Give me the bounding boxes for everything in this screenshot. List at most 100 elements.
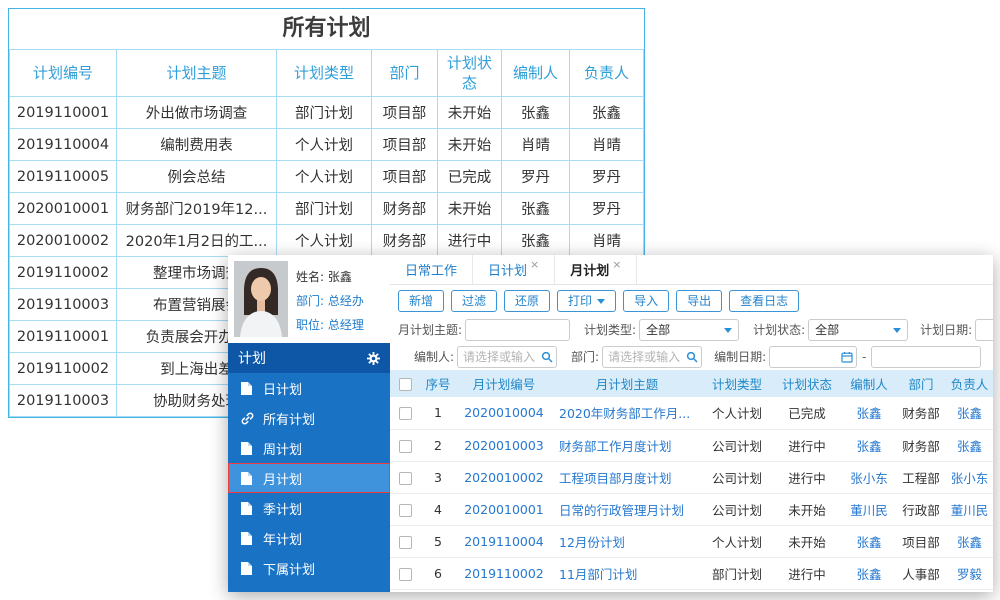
compiler-link[interactable]: 董川民 [842, 493, 896, 526]
table-row[interactable]: 2020010002 2020年1月2日的工... 个人计划 财务部 进行中 张… [9, 224, 644, 257]
page-title: 所有计划 [282, 16, 371, 41]
plan-status-cell: 进行中 [772, 557, 842, 590]
add-button[interactable]: 新增 [398, 289, 445, 312]
restore-button[interactable]: 还原 [504, 289, 551, 312]
subject-cell: 外出做市场调查 [116, 96, 277, 129]
plan-id-link[interactable]: 2020010003 [456, 429, 552, 462]
col-type: 计划类型 [702, 370, 772, 397]
type-select[interactable]: 全部 [639, 318, 740, 341]
col-dept: 部门 [371, 49, 438, 97]
sidebar-item-all-plans[interactable]: 所有计划 [228, 403, 390, 433]
compiler-link[interactable]: 张鑫 [842, 525, 896, 558]
subject-filter-label: 月计划主题: [398, 323, 463, 337]
owner-link[interactable]: 董川民 [946, 493, 993, 526]
status-select[interactable]: 全部 [808, 318, 909, 341]
plan-status-cell: 已完成 [772, 397, 842, 430]
owner-link[interactable]: 张小东 [946, 461, 993, 494]
profile-dept: 部门: 总经办 [296, 294, 364, 308]
sidebar-item-subordinate-plans[interactable]: 下属计划 [228, 553, 390, 583]
owner-link[interactable]: 张鑫 [946, 429, 993, 462]
owner-link[interactable]: 罗毅 [946, 557, 993, 590]
plan-id-cell: 2019110002 [9, 352, 117, 385]
table-row[interactable]: 2019110001 外出做市场调查 部门计划 项目部 未开始 张鑫 张鑫 [9, 96, 644, 129]
plan-id-link[interactable]: 2020010001 [456, 493, 552, 526]
subject-filter-input[interactable] [465, 318, 571, 341]
compiler-link[interactable]: 张小东 [842, 461, 896, 494]
sidebar-item-yearly-plan[interactable]: 年计划 [228, 523, 390, 553]
compiler-link[interactable]: 张鑫 [842, 397, 896, 430]
sidebar-section-plans[interactable]: 计划 [228, 343, 390, 373]
sidebar-item-quarterly-plan[interactable]: 季计划 [228, 493, 390, 523]
sidebar-item-monthly-plan[interactable]: 月计划 [228, 463, 390, 493]
profile-position: 职位: 总经理 [296, 318, 364, 332]
row-checkbox[interactable] [398, 503, 412, 517]
filter-row-2: 编制人: 部门: 编制日期: - [390, 343, 993, 370]
checkbox-cell [390, 397, 420, 430]
plan-subject-link[interactable]: 12月份计划 [552, 525, 702, 558]
plan-type-cell: 部门计划 [702, 557, 772, 590]
export-button[interactable]: 导出 [676, 289, 723, 312]
plan-id-link[interactable]: 2020010002 [456, 461, 552, 494]
plan-id-link[interactable]: 2020010004 [456, 397, 552, 430]
sidebar-item-daily-plan[interactable]: 日计划 [228, 373, 390, 403]
owner-link[interactable]: 张鑫 [946, 397, 993, 430]
chevron-down-icon [724, 327, 733, 337]
row-checkbox[interactable] [398, 439, 412, 453]
import-button[interactable]: 导入 [623, 289, 670, 312]
dept-cell: 财务部 [371, 192, 438, 225]
avatar-photo [234, 261, 288, 337]
compile-date-start-input[interactable] [769, 345, 858, 368]
table-row[interactable]: 2019110004 编制费用表 个人计划 项目部 未开始 肖晴 肖晴 [9, 128, 644, 161]
sidebar-section-label: 计划 [238, 351, 266, 367]
table-row[interactable]: 5 2019110004 12月份计划 个人计划 未开始 张鑫 项目部 张鑫 [390, 525, 993, 558]
table-row[interactable]: 2020010001 财务部门2019年12... 部门计划 财务部 未开始 张… [9, 192, 644, 225]
row-checkbox[interactable] [398, 471, 412, 485]
table-row[interactable]: 1 2020010004 2020年财务部工作月... 个人计划 已完成 张鑫 … [390, 397, 993, 430]
sidebar: 姓名: 张鑫 部门: 总经办 职位: 总经理 计划 日计划 所有计划 周计划 月… [228, 255, 390, 592]
plan-subject-link[interactable]: 财务部工作月度计划 [552, 429, 702, 462]
dept-cell: 项目部 [371, 96, 438, 129]
row-checkbox[interactable] [398, 535, 412, 549]
plan-status-cell: 进行中 [772, 429, 842, 462]
tab-daily-plan[interactable]: 日计划 × [473, 255, 556, 284]
view-log-button[interactable]: 查看日志 [729, 289, 800, 312]
sidebar-item-weekly-plan[interactable]: 周计划 [228, 433, 390, 463]
plan-id-link[interactable]: 2019110004 [456, 525, 552, 558]
compile-date-end-input[interactable] [871, 345, 982, 368]
plan-id-link[interactable]: 2019110002 [456, 557, 552, 590]
filter-button[interactable]: 过滤 [451, 289, 498, 312]
row-checkbox[interactable] [398, 407, 412, 421]
plan-subject-link[interactable]: 11月部门计划 [552, 557, 702, 590]
tab-daily-work[interactable]: 日常工作 [390, 255, 474, 284]
close-icon[interactable]: × [530, 258, 539, 271]
table-row[interactable]: 2 2020010003 财务部工作月度计划 公司计划 进行中 张鑫 财务部 张… [390, 429, 993, 462]
dept-cell: 财务部 [371, 224, 438, 257]
close-icon[interactable]: × [612, 258, 621, 271]
toolbar: 新增 过滤 还原 打印 导入 导出 查看日志 [390, 285, 993, 316]
tab-monthly-plan[interactable]: 月计划 × [555, 255, 638, 284]
compiler-link[interactable]: 张鑫 [842, 557, 896, 590]
compiler-link[interactable]: 张鑫 [842, 429, 896, 462]
table-row[interactable]: 6 2019110002 11月部门计划 部门计划 进行中 张鑫 人事部 罗毅 [390, 557, 993, 590]
owner-link[interactable]: 张鑫 [946, 525, 993, 558]
checkbox-cell [390, 557, 420, 590]
plan-date-input[interactable] [975, 318, 993, 341]
row-checkbox[interactable] [398, 567, 412, 581]
select-all-checkbox[interactable] [398, 378, 412, 391]
type-cell: 部门计划 [276, 192, 372, 225]
dept-input[interactable] [602, 345, 703, 368]
dept-cell: 行政部 [896, 493, 946, 526]
table-row[interactable]: 2019110005 例会总结 个人计划 项目部 已完成 罗丹 罗丹 [9, 160, 644, 193]
dept-cell: 财务部 [896, 397, 946, 430]
print-button[interactable]: 打印 [557, 289, 617, 312]
table-row[interactable]: 3 2020010002 工程项目部月度计划 公司计划 进行中 张小东 工程部 … [390, 461, 993, 494]
table-header-row: 序号 月计划编号 月计划主题 计划类型 计划状态 编制人 部门 负责人 [390, 370, 993, 397]
compiler-input[interactable] [457, 345, 558, 368]
plan-subject-link[interactable]: 日常的行政管理月计划 [552, 493, 702, 526]
serial-cell: 4 [420, 493, 456, 526]
table-row[interactable]: 4 2020010001 日常的行政管理月计划 公司计划 未开始 董川民 行政部… [390, 493, 993, 526]
plan-subject-link[interactable]: 2020年财务部工作月... [552, 397, 702, 430]
gear-icon[interactable] [367, 351, 380, 365]
plan-subject-link[interactable]: 工程项目部月度计划 [552, 461, 702, 494]
status-cell: 未开始 [437, 128, 502, 161]
